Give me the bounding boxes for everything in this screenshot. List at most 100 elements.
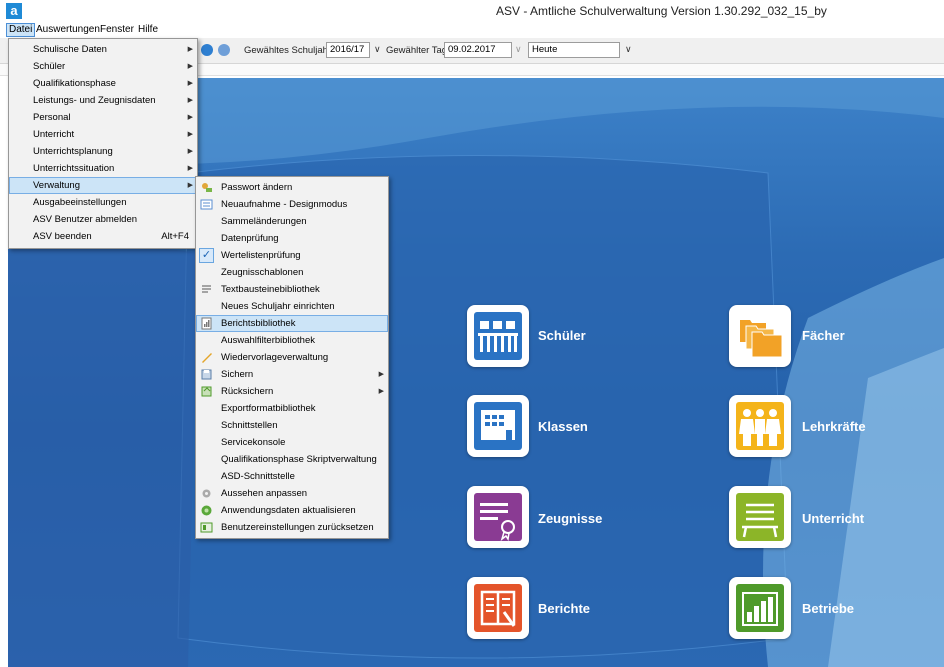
chevron-down-icon[interactable]: ∨ [515, 44, 522, 55]
menu-item-schulische-daten[interactable]: Schulische Daten ▶ [9, 41, 197, 58]
verwaltung-submenu: Passwort ändern Neuaufnahme - Designmodu… [195, 176, 389, 539]
brush-icon [202, 353, 212, 363]
menu-item-unterricht[interactable]: Unterricht ▶ [9, 126, 197, 143]
menu-item-ausgabeeinstellungen[interactable]: Ausgabeeinstellungen [9, 194, 197, 211]
text-blocks-icon [202, 285, 211, 293]
menu-item-sammelaenderungen[interactable]: Sammeländerungen [196, 213, 388, 230]
tile-lehrkraefte[interactable] [729, 395, 791, 457]
datei-menu: Schulische Daten ▶ Schüler ▶ Qualifikation… [8, 38, 198, 249]
menu-item-ruecksichern[interactable]: Rücksichern ▶ [196, 383, 388, 400]
menu-item-zeugnisschablonen[interactable]: Zeugnisschablonen [196, 264, 388, 281]
tile-schueler[interactable] [467, 305, 529, 367]
tile-zeugnisse[interactable] [467, 486, 529, 548]
students-icon [474, 312, 522, 360]
menu-item-asd-schnittstelle[interactable]: ASD-Schnittstelle [196, 468, 388, 485]
tile-lehrkraefte-label: Lehrkräfte [802, 419, 866, 434]
form-icon [200, 199, 213, 210]
menu-item-verwaltung[interactable]: Verwaltung ▶ [9, 177, 197, 194]
chevron-right-icon: ▶ [378, 371, 384, 378]
menu-item-label: Leistungs- und Zeugnisdaten [33, 95, 156, 106]
menu-item-label: Wiedervorlageverwaltung [221, 352, 329, 363]
menu-item-benutzereinstellungen[interactable]: Benutzereinstellungen zurücksetzen [196, 519, 388, 536]
menu-item-qualifikationsphase[interactable]: Qualifikationsphase ▶ [9, 75, 197, 92]
menu-item-label: Personal [33, 112, 71, 123]
menu-item-label: Sichern [221, 369, 254, 380]
restore-icon [201, 386, 212, 397]
tag-field[interactable]: 09.02.2017 [444, 42, 512, 58]
menu-datei[interactable]: Datei [6, 23, 36, 37]
menu-bar: Datei Auswertungen Fenster Hilfe [0, 22, 944, 38]
menu-item-label: Auswahlfilterbibliothek [221, 335, 315, 346]
menu-hilfe[interactable]: Hilfe [136, 23, 160, 37]
menu-item-label: Benutzereinstellungen zurücksetzen [221, 522, 374, 533]
shortcut-label: Alt+F4 [161, 231, 189, 242]
menu-item-wiedervorlage[interactable]: Wiedervorlageverwaltung [196, 349, 388, 366]
menu-item-label: Wertelistenprüfung [221, 250, 301, 261]
menu-item-leistungsdaten[interactable]: Leistungs- und Zeugnisdaten ▶ [9, 92, 197, 109]
menu-item-label: Schüler [33, 61, 66, 72]
menu-item-unterrichtsplanung[interactable]: Unterrichtsplanung ▶ [9, 143, 197, 160]
menu-item-auswahlfilter[interactable]: Auswahlfilterbibliothek [196, 332, 388, 349]
menu-item-label: Qualifikationsphase [33, 78, 116, 89]
blackboard-icon [736, 493, 784, 541]
menu-item-skriptverwaltung[interactable]: Qualifikationsphase Skriptverwaltung [196, 451, 388, 468]
chevron-right-icon: ▶ [187, 131, 193, 138]
menu-item-unterrichtssituation[interactable]: Unterrichtssituation ▶ [9, 160, 197, 177]
app-logo-icon[interactable]: a [6, 3, 22, 19]
chevron-right-icon: ▶ [187, 148, 193, 155]
chevron-down-icon[interactable]: ∨ [625, 44, 632, 55]
menu-item-label: ASV beenden [33, 231, 92, 242]
tile-faecher[interactable] [729, 305, 791, 367]
menu-item-label: Anwendungsdaten aktualisieren [221, 505, 356, 516]
menu-item-abmelden[interactable]: ASV Benutzer abmelden [9, 211, 197, 228]
menu-fenster[interactable]: Fenster [98, 23, 136, 37]
menu-item-schnittstellen[interactable]: Schnittstellen [196, 417, 388, 434]
report-icon [474, 584, 522, 632]
user-settings-icon [200, 522, 213, 533]
menu-item-berichtsbibliothek[interactable]: Berichtsbibliothek [196, 315, 388, 332]
menu-item-textbausteine[interactable]: Textbausteinebibliothek [196, 281, 388, 298]
schuljahr-field[interactable]: 2016/17 [326, 42, 370, 58]
menu-item-schueler[interactable]: Schüler ▶ [9, 58, 197, 75]
tile-betriebe[interactable] [729, 577, 791, 639]
key-people-icon [202, 183, 212, 192]
chevron-right-icon: ▶ [187, 97, 193, 104]
chevron-right-icon: ▶ [187, 114, 193, 121]
menu-item-exportformat[interactable]: Exportformatbibliothek [196, 400, 388, 417]
menu-item-beenden[interactable]: ASV beenden Alt+F4 [9, 228, 197, 245]
help-icon[interactable] [218, 44, 230, 56]
menu-item-personal[interactable]: Personal ▶ [9, 109, 197, 126]
window-title: ASV - Amtliche Schulverwaltung Version 1… [496, 4, 827, 18]
menu-item-wertelistenpruefung[interactable]: ✓ Wertelistenprüfung [196, 247, 388, 264]
menu-item-aussehen[interactable]: Aussehen anpassen [196, 485, 388, 502]
tile-betriebe-label: Betriebe [802, 601, 855, 616]
menu-item-label: Unterrichtssituation [33, 163, 115, 174]
tile-klassen[interactable] [467, 395, 529, 457]
menu-item-label: ASV Benutzer abmelden [33, 214, 138, 225]
menu-item-label: Sammeländerungen [221, 216, 307, 227]
menu-item-sichern[interactable]: Sichern ▶ [196, 366, 388, 383]
menu-item-neuaufnahme[interactable]: Neuaufnahme - Designmodus [196, 196, 388, 213]
menu-item-anwendungsdaten[interactable]: Anwendungsdaten aktualisieren [196, 502, 388, 519]
menu-item-neues-schuljahr[interactable]: Neues Schuljahr einrichten [196, 298, 388, 315]
menu-item-passwort[interactable]: Passwort ändern [196, 179, 388, 196]
menu-item-label: Aussehen anpassen [221, 488, 308, 499]
tile-unterricht[interactable] [729, 486, 791, 548]
checkmark-icon: ✓ [199, 248, 214, 263]
refresh-globe-icon [201, 505, 212, 516]
chevron-right-icon: ▶ [187, 46, 193, 53]
save-icon [201, 369, 212, 380]
menu-item-label: Schulische Daten [33, 44, 107, 55]
classroom-icon [474, 402, 522, 450]
bar-chart-icon [736, 584, 784, 632]
menu-auswertungen[interactable]: Auswertungen [34, 23, 102, 37]
chevron-down-icon[interactable]: ∨ [374, 44, 381, 55]
menu-item-servicekonsole[interactable]: Servicekonsole [196, 434, 388, 451]
menu-item-label: Unterricht [33, 129, 75, 140]
certificate-icon [474, 493, 522, 541]
menu-item-label: Unterrichtsplanung [33, 146, 113, 157]
heute-field[interactable]: Heute [528, 42, 620, 58]
tile-berichte[interactable] [467, 577, 529, 639]
menu-item-datenpruefung[interactable]: Datenprüfung [196, 230, 388, 247]
info-icon[interactable] [201, 44, 213, 56]
